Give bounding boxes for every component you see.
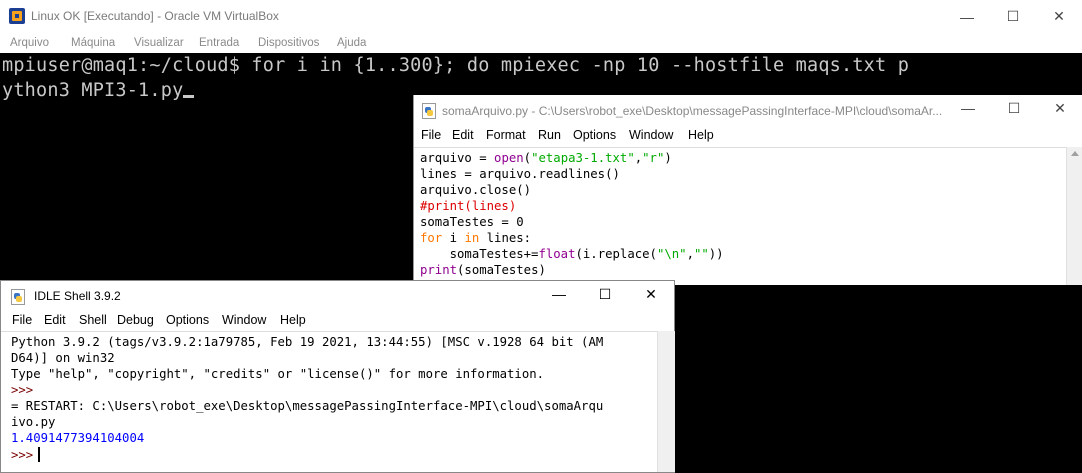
shell-window: IDLE Shell 3.9.2 — ☐ ✕ File Edit Shell D… <box>0 280 675 473</box>
editor-text-area[interactable]: arquivo = open("etapa3-1.txt","r") lines… <box>414 147 1066 286</box>
maximize-icon[interactable]: ☐ <box>990 0 1036 33</box>
shell-scrollbar[interactable] <box>657 331 675 472</box>
editor-close-icon[interactable]: ✕ <box>1037 93 1082 123</box>
python-shell-icon <box>11 289 25 305</box>
scroll-up-icon[interactable] <box>1071 151 1079 156</box>
editor-menu-options[interactable]: Options <box>573 128 616 142</box>
code-line-3: arquivo.close() <box>420 183 532 197</box>
editor-titlebar[interactable]: somaArquivo.py - C:\Users\robot_exe\Desk… <box>414 95 1082 125</box>
editor-menu-help[interactable]: Help <box>688 128 714 142</box>
close-icon[interactable]: ✕ <box>1036 0 1082 33</box>
shell-titlebar[interactable]: IDLE Shell 3.9.2 — ☐ ✕ <box>1 281 674 311</box>
shell-menubar: File Edit Shell Debug Options Window Hel… <box>1 311 674 331</box>
code-line-4: #print(lines) <box>420 199 517 213</box>
menu-arquivo[interactable]: Arquivo <box>10 33 49 53</box>
shell-menu-help[interactable]: Help <box>280 313 306 327</box>
editor-menu-edit[interactable]: Edit <box>452 128 474 142</box>
terminal-line-2-text: ython3 MPI3-1.py <box>2 80 184 101</box>
menu-ajuda[interactable]: Ajuda <box>337 33 366 53</box>
virtualbox-title: Linux OK [Executando] - Oracle VM Virtua… <box>31 9 279 23</box>
editor-menu-run[interactable]: Run <box>538 128 561 142</box>
shell-menu-options[interactable]: Options <box>166 313 209 327</box>
shell-menu-debug[interactable]: Debug <box>117 313 154 327</box>
virtualbox-titlebar[interactable]: Linux OK [Executando] - Oracle VM Virtua… <box>0 0 1082 33</box>
editor-window: somaArquivo.py - C:\Users\robot_exe\Desk… <box>413 95 1082 285</box>
text-cursor <box>38 447 41 462</box>
menu-dispositivos[interactable]: Dispositivos <box>258 33 319 53</box>
python-file-icon <box>422 103 436 119</box>
virtualbox-app-icon <box>9 8 25 24</box>
editor-minimize-icon[interactable]: — <box>945 93 991 123</box>
menu-entrada[interactable]: Entrada <box>199 33 239 53</box>
editor-menubar: File Edit Format Run Options Window Help <box>414 125 1082 147</box>
code-line-1: arquivo = open("etapa3-1.txt","r") <box>420 151 672 165</box>
code-line-7: somaTestes+=float(i.replace("\n","")) <box>420 247 724 261</box>
minimize-icon[interactable]: — <box>944 0 990 33</box>
virtualbox-menubar: Arquivo Máquina Visualizar Entrada Dispo… <box>0 33 1082 53</box>
code-line-2: lines = arquivo.readlines() <box>420 167 620 181</box>
code-line-8: print(somaTestes) <box>420 263 546 277</box>
shell-line-5: = RESTART: C:\Users\robot_exe\Desktop\me… <box>11 399 604 413</box>
shell-menu-edit[interactable]: Edit <box>44 313 66 327</box>
editor-scrollbar[interactable] <box>1066 147 1082 285</box>
menu-maquina[interactable]: Máquina <box>71 33 115 53</box>
shell-menu-file[interactable]: File <box>12 313 32 327</box>
shell-menu-shell[interactable]: Shell <box>79 313 107 327</box>
shell-maximize-icon[interactable]: ☐ <box>582 279 628 309</box>
shell-output: 1.4091477394104004 <box>11 431 145 445</box>
editor-menu-format[interactable]: Format <box>486 128 526 142</box>
editor-title: somaArquivo.py - C:\Users\robot_exe\Desk… <box>442 104 943 118</box>
terminal-cursor <box>183 95 195 98</box>
editor-menu-file[interactable]: File <box>421 128 441 142</box>
shell-close-icon[interactable]: ✕ <box>628 279 674 309</box>
shell-menu-window[interactable]: Window <box>222 313 266 327</box>
terminal-line-1: mpiuser@maq1:~/cloud$ for i in {1..300};… <box>2 55 910 76</box>
editor-maximize-icon[interactable]: ☐ <box>991 93 1037 123</box>
menu-visualizar[interactable]: Visualizar <box>134 33 184 53</box>
shell-title: IDLE Shell 3.9.2 <box>34 289 121 303</box>
code-line-5: somaTestes = 0 <box>420 215 524 229</box>
shell-line-3: Type "help", "copyright", "credits" or "… <box>11 367 545 381</box>
shell-prompt-2: >>> <box>11 447 41 462</box>
shell-text-area[interactable]: Python 3.9.2 (tags/v3.9.2:1a79785, Feb 1… <box>1 331 657 473</box>
shell-prompt-1: >>> <box>11 383 34 397</box>
editor-menu-window[interactable]: Window <box>629 128 673 142</box>
shell-line-1: Python 3.9.2 (tags/v3.9.2:1a79785, Feb 1… <box>11 335 604 349</box>
code-line-6: for i in lines: <box>420 231 532 245</box>
shell-line-2: D64)] on win32 <box>11 351 115 365</box>
shell-minimize-icon[interactable]: — <box>536 279 582 309</box>
terminal-line-2: ython3 MPI3-1.py <box>2 80 195 101</box>
shell-line-6: ivo.py <box>11 415 56 429</box>
